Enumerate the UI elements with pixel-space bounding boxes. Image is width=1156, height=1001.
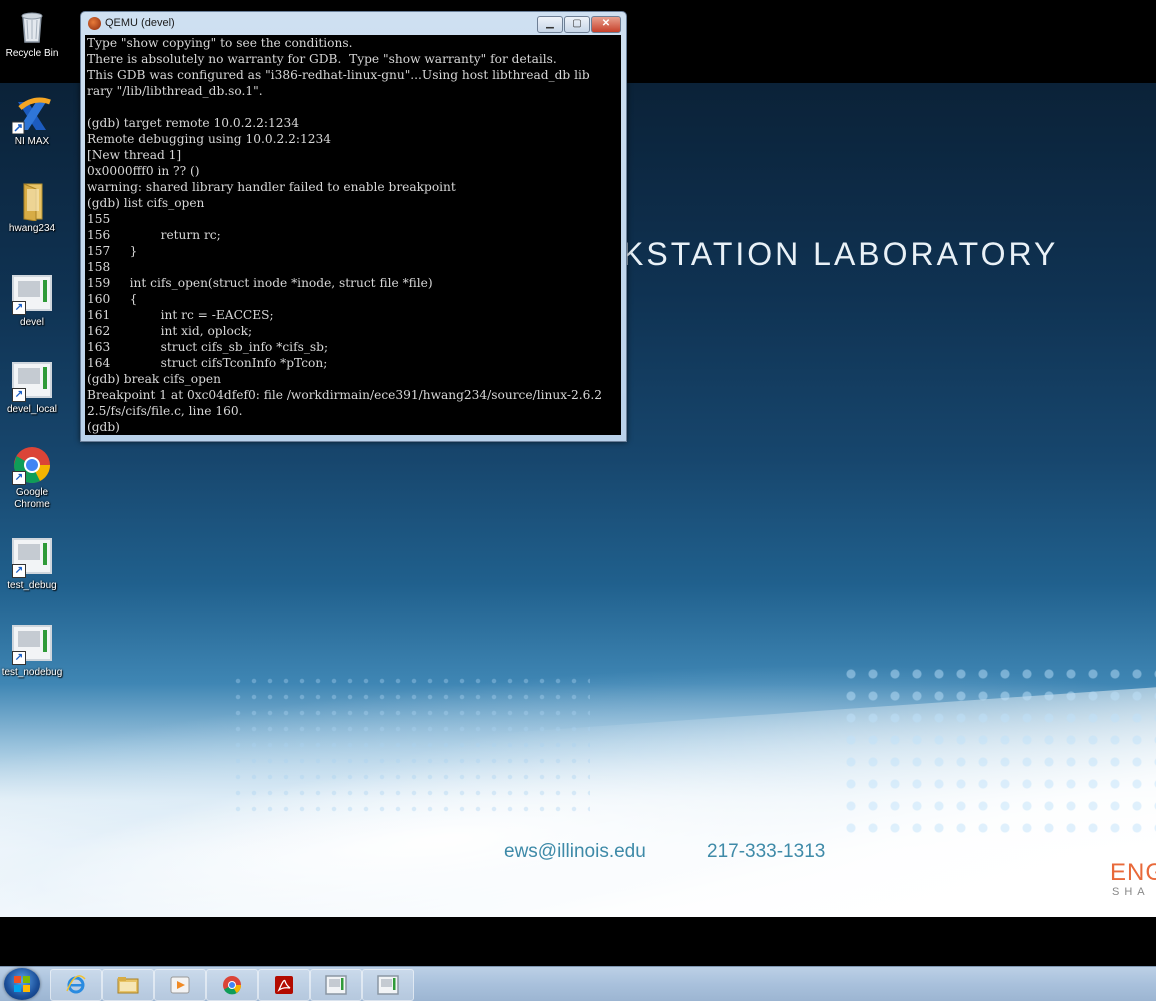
recycle-bin-icon — [12, 6, 52, 46]
qemu-window[interactable]: QEMU (devel) ▁ ▢ ✕ Type "show copying" t… — [80, 11, 627, 442]
ni-max-icon — [11, 94, 52, 135]
taskbar-file-explorer[interactable] — [102, 969, 154, 1001]
qemu-shortcut-icon: ↗ — [12, 625, 52, 665]
terminal-screen[interactable]: Type "show copying" to see the condition… — [85, 35, 621, 435]
maximize-icon: ▢ — [572, 18, 582, 29]
taskbar-internet-explorer[interactable] — [50, 969, 102, 1001]
desktop-icon-label: Recycle Bin — [5, 48, 59, 59]
terminal-line: 155 — [87, 212, 111, 226]
desktop-icon-label: test_nodebug — [1, 667, 63, 678]
terminal-line: There is absolutely no warranty for GDB.… — [87, 52, 557, 66]
media-player-icon — [170, 976, 190, 994]
terminal-line: 0x0000fff0 in ?? () — [87, 164, 200, 178]
desktop-icon-label: NI MAX — [14, 136, 50, 147]
window-titlebar[interactable]: QEMU (devel) ▁ ▢ ✕ — [81, 12, 626, 35]
folder-icon — [12, 181, 52, 222]
qemu-shortcut-icon: ↗ — [12, 275, 52, 315]
qemu-shortcut-icon: ↗ — [12, 362, 52, 402]
qemu-app-icon — [88, 17, 101, 30]
terminal-line: rary "/lib/libthread_db.so.1". — [87, 84, 263, 98]
terminal-line: (gdb) — [87, 420, 120, 434]
taskbar-media-player[interactable] — [154, 969, 206, 1001]
desktop-icon-devel[interactable]: ↗ devel — [0, 271, 64, 329]
windows-logo-icon — [14, 976, 30, 992]
maximize-button[interactable]: ▢ — [564, 16, 590, 33]
taskbar-chrome[interactable] — [206, 969, 258, 1001]
start-button[interactable] — [4, 968, 40, 1000]
wallpaper-email: ews@illinois.edu — [504, 841, 646, 862]
terminal-line: (gdb) target remote 10.0.2.2:1234 — [87, 116, 299, 130]
terminal-line: 160 { — [87, 292, 138, 306]
qemu-window-icon — [377, 975, 399, 995]
internet-explorer-icon — [66, 975, 86, 994]
desktop-icon-google-chrome[interactable]: ↗ Google Chrome — [0, 445, 64, 511]
desktop-icon-label: Google Chrome — [14, 487, 50, 510]
desktop-icon-label: test_debug — [7, 580, 57, 591]
file-explorer-icon — [117, 977, 139, 994]
taskbar-qemu-window[interactable] — [310, 969, 362, 1001]
window-title: QEMU (devel) — [105, 17, 175, 29]
terminal-line: warning: shared library handler failed t… — [87, 180, 456, 194]
qemu-shortcut-icon: ↗ — [12, 538, 52, 578]
chrome-icon — [223, 976, 242, 995]
wallpaper-logo-subtitle: SHA — [1112, 886, 1150, 898]
close-button[interactable]: ✕ — [591, 16, 621, 33]
terminal-line: 159 int cifs_open(struct inode *inode, s… — [87, 276, 433, 290]
terminal-line: [New thread 1] — [87, 148, 182, 162]
desktop-icon-label: devel_local — [6, 404, 58, 415]
desktop-icon-test-nodebug[interactable]: ↗ test_nodebug — [0, 621, 64, 679]
desktop-icon-ni-max[interactable]: NI MAX — [0, 94, 64, 148]
desktop-icon-devel-local[interactable]: ↗ devel_local — [0, 358, 64, 416]
terminal-line: 156 return rc; — [87, 228, 221, 242]
wallpaper-dots — [230, 673, 590, 813]
desktop-icon-label: devel — [20, 317, 44, 328]
wallpaper-dots — [840, 663, 1156, 843]
terminal-line: 162 int xid, oplock; — [87, 324, 253, 338]
desktop-icon-test-debug[interactable]: ↗ test_debug — [0, 534, 64, 592]
terminal-line: 157 } — [87, 244, 138, 258]
wallpaper-phone: 217-333-1313 — [707, 841, 826, 862]
terminal-line: Type "show copying" to see the condition… — [87, 36, 353, 50]
shortcut-arrow-icon: ↗ — [12, 564, 26, 578]
shortcut-arrow-icon: ↗ — [12, 471, 26, 485]
terminal-line: Breakpoint 1 at 0xc04dfef0: file /workdi… — [87, 388, 602, 402]
acrobat-icon — [275, 976, 293, 994]
terminal-line: (gdb) break cifs_open — [87, 372, 221, 386]
terminal-line: 163 struct cifs_sb_info *cifs_sb; — [87, 340, 329, 354]
terminal-line: Remote debugging using 10.0.2.2:1234 — [87, 132, 331, 146]
close-icon: ✕ — [601, 18, 611, 29]
terminal-output: Type "show copying" to see the condition… — [87, 35, 602, 435]
desktop-icon-label: hwang234 — [8, 223, 56, 234]
taskbar — [0, 966, 1156, 1001]
terminal-line: 161 int rc = -EACCES; — [87, 308, 274, 322]
shortcut-arrow-icon: ↗ — [12, 301, 26, 315]
wallpaper-title: KSTATION LABORATORY — [622, 236, 1059, 272]
desktop-icon-hwang234[interactable]: hwang234 — [0, 181, 64, 235]
taskbar-qemu-window[interactable] — [362, 969, 414, 1001]
terminal-line: 164 struct cifsTconInfo *pTcon; — [87, 356, 328, 370]
terminal-line: This GDB was configured as "i386-redhat-… — [87, 68, 590, 82]
terminal-line: 2.5/fs/cifs/file.c, line 160. — [87, 404, 243, 418]
taskbar-acrobat[interactable] — [258, 969, 310, 1001]
minimize-icon: ▁ — [546, 18, 554, 29]
shortcut-arrow-icon: ↗ — [12, 388, 26, 402]
terminal-line: (gdb) list cifs_open — [87, 196, 205, 210]
chrome-icon: ↗ — [12, 445, 52, 485]
minimize-button[interactable]: ▁ — [537, 16, 563, 33]
qemu-window-icon — [325, 975, 347, 995]
terminal-line: 158 — [87, 260, 111, 274]
desktop-icon-recycle-bin[interactable]: Recycle Bin — [0, 6, 64, 60]
wallpaper-logo: ENG — [1110, 859, 1156, 886]
shortcut-arrow-icon: ↗ — [12, 651, 26, 665]
